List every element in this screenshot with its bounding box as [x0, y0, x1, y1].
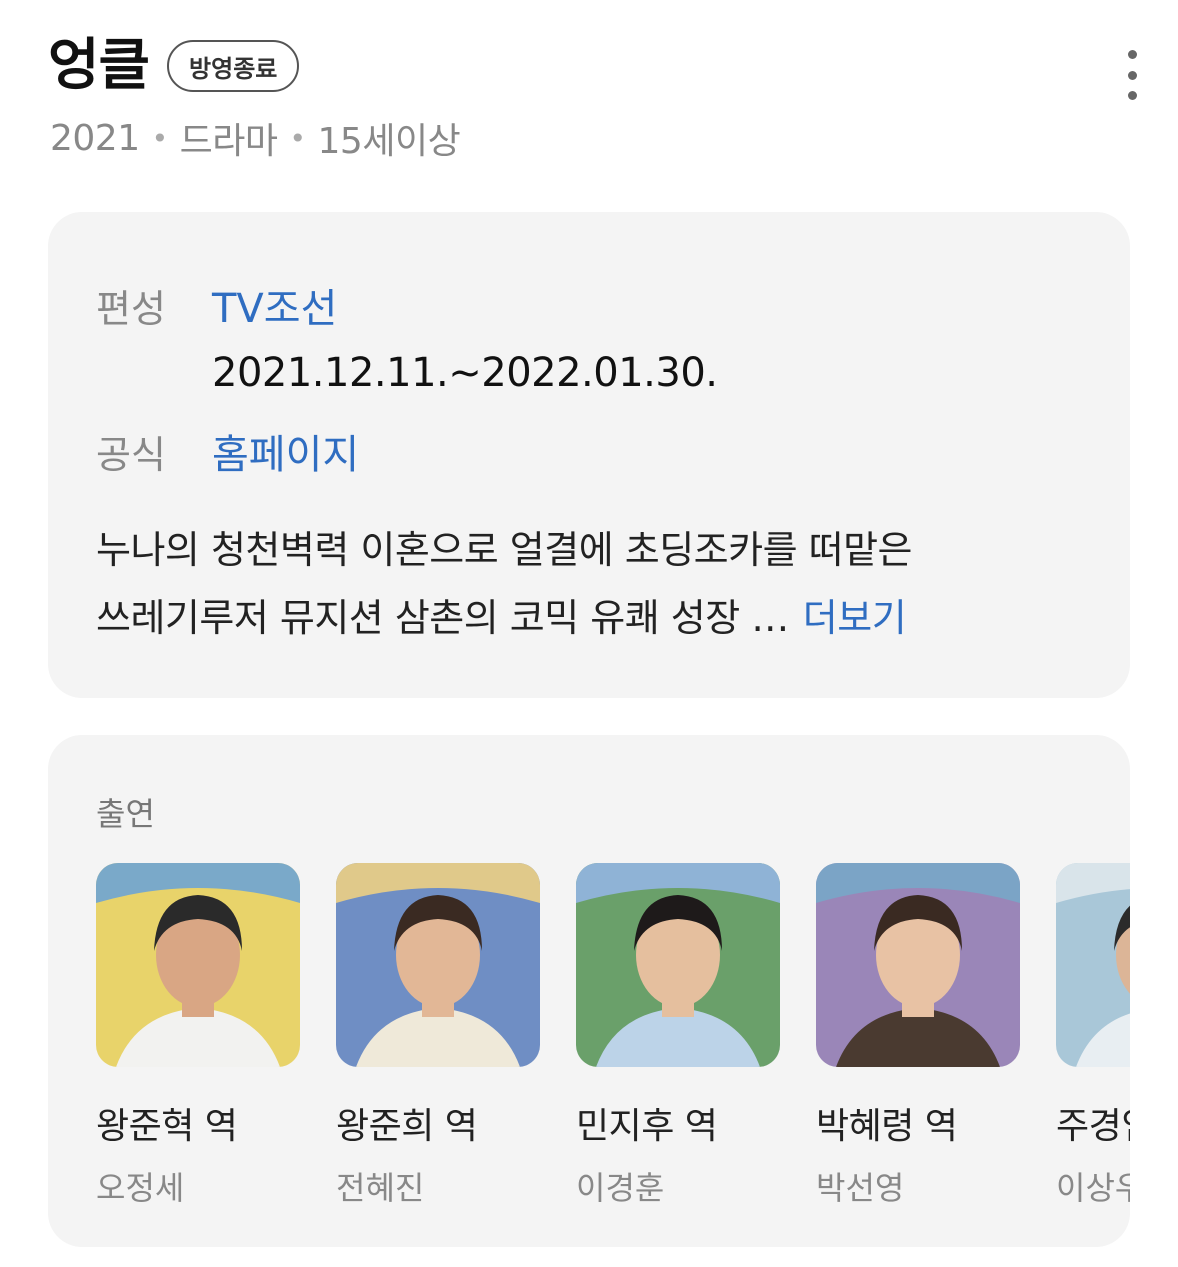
cast-role: 왕준혁 역 [96, 1106, 238, 1147]
cast-item[interactable]: 주경임 역이상우 [1056, 863, 1130, 1209]
cast-portrait [1056, 863, 1130, 1067]
cast-photo[interactable] [576, 863, 780, 1067]
official-row: 공식 홈페이지 [96, 422, 359, 480]
cast-portrait [336, 863, 540, 1067]
separator-dot: • [289, 121, 307, 155]
period-row: 2021.12.11.~2022.01.30. [212, 350, 718, 396]
search-result-panel: 엉클 방영종료 2021 • 드라마 • 15세이상 편성 TV조선 2021.… [0, 0, 1178, 1267]
menu-dot [1127, 50, 1137, 59]
cast-label: 출연 [96, 795, 155, 833]
cast-item[interactable]: 왕준혁 역오정세 [96, 863, 300, 1209]
cast-photo[interactable] [816, 863, 1020, 1067]
network-row: 편성 TV조선 [96, 276, 337, 334]
meta-rating: 15세이상 [317, 121, 461, 162]
cast-actor[interactable]: 박선영 [816, 1163, 1020, 1209]
cast-actor[interactable]: 이경훈 [576, 1163, 780, 1209]
cast-role: 주경임 역 [1056, 1106, 1130, 1147]
cast-actor[interactable]: 전혜진 [336, 1163, 540, 1209]
cast-photo[interactable] [336, 863, 540, 1067]
cast-photo[interactable] [1056, 863, 1130, 1067]
cast-item[interactable]: 왕준희 역전혜진 [336, 863, 540, 1209]
description: 누나의 청천벽력 이혼으로 얼결에 초딩조카를 떠맡은 쓰레기루저 뮤지션 삼촌… [96, 516, 1086, 652]
cast-role: 박혜령 역 [816, 1106, 958, 1147]
description-line: 누나의 청천벽력 이혼으로 얼결에 초딩조카를 떠맡은 [96, 528, 913, 572]
network-link[interactable]: TV조선 [212, 276, 337, 334]
separator-dot: • [151, 121, 169, 155]
cast-list[interactable]: 왕준혁 역오정세왕준희 역전혜진민지후 역이경훈박혜령 역박선영주경임 역이상우 [96, 863, 1130, 1209]
network-label: 편성 [96, 287, 166, 331]
cast-card: 출연 왕준혁 역오정세왕준희 역전혜진민지후 역이경훈박혜령 역박선영주경임 역… [48, 735, 1130, 1247]
title-row: 엉클 방영종료 [48, 38, 300, 94]
menu-dot [1127, 70, 1137, 80]
cast-portrait [576, 863, 780, 1067]
cast-role: 민지후 역 [576, 1106, 718, 1147]
cast-item[interactable]: 박혜령 역박선영 [816, 863, 1020, 1209]
cast-portrait [96, 863, 300, 1067]
status-badge: 방영종료 [167, 40, 300, 92]
cast-actor[interactable]: 오정세 [96, 1163, 300, 1209]
cast-actor[interactable]: 이상우 [1056, 1163, 1130, 1209]
homepage-link[interactable]: 홈페이지 [212, 422, 359, 480]
menu-dot [1127, 91, 1137, 100]
meta-year: 2021 [50, 117, 140, 159]
meta-info: 2021 • 드라마 • 15세이상 [50, 112, 461, 164]
official-label: 공식 [96, 433, 166, 477]
description-text: 쓰레기루저 뮤지션 삼촌의 코믹 유쾌 성장 … [96, 596, 789, 640]
page-title[interactable]: 엉클 [48, 38, 150, 94]
description-line-2: 쓰레기루저 뮤지션 삼촌의 코믹 유쾌 성장 … 더보기 [96, 584, 1086, 652]
cast-item[interactable]: 민지후 역이경훈 [576, 863, 780, 1209]
kebab-menu-icon[interactable] [1120, 50, 1144, 100]
cast-portrait [816, 863, 1020, 1067]
broadcast-period: 2021.12.11.~2022.01.30. [212, 350, 718, 396]
cast-role: 왕준희 역 [336, 1106, 478, 1147]
more-link[interactable]: 더보기 [803, 596, 907, 640]
info-card: 편성 TV조선 2021.12.11.~2022.01.30. 공식 홈페이지 … [48, 212, 1130, 698]
meta-genre: 드라마 [179, 121, 278, 162]
cast-photo[interactable] [96, 863, 300, 1067]
